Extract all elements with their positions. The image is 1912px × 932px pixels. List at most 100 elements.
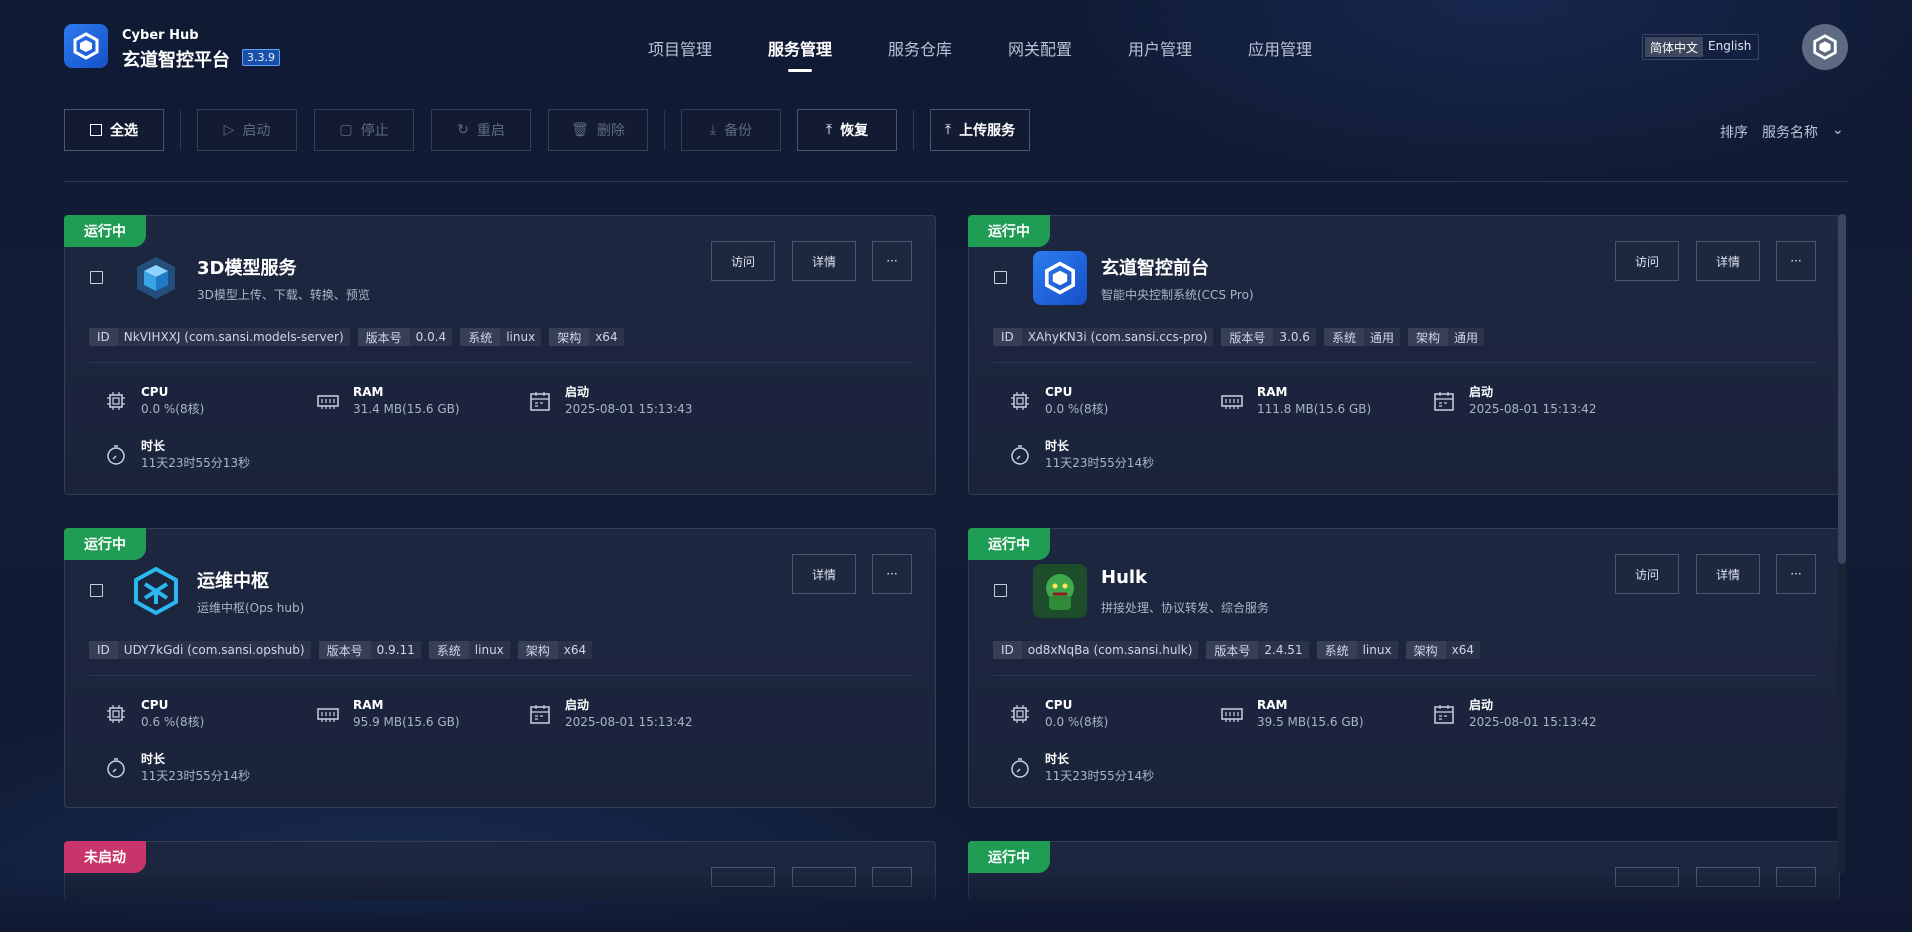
scrollbar-thumb[interactable] bbox=[1838, 214, 1846, 564]
status-badge: 运行中 bbox=[968, 215, 1050, 247]
detail-button[interactable]: 详情 bbox=[792, 554, 856, 594]
more-button[interactable]: ··· bbox=[1776, 241, 1816, 281]
restart-button[interactable]: ↻ 重启 bbox=[431, 109, 531, 151]
sort-control[interactable]: 排序 服务名称 ⌄ bbox=[1720, 122, 1844, 142]
version-tag: 版本号 3.0.6 bbox=[1221, 328, 1316, 346]
nav-item-users[interactable]: 用户管理 bbox=[1100, 36, 1220, 60]
stop-label: 停止 bbox=[360, 123, 389, 139]
stop-circle-icon: ▢ bbox=[339, 122, 353, 138]
nav-item-gateway[interactable]: 网关配置 bbox=[980, 36, 1100, 60]
checkbox-icon bbox=[90, 124, 102, 136]
memory-icon bbox=[317, 708, 339, 722]
detail-button[interactable]: 详情 bbox=[1696, 554, 1760, 594]
restore-button[interactable]: ⤒ 恢复 bbox=[797, 109, 897, 151]
ram-metric: RAM 95.9 MB(15.6 GB) bbox=[317, 697, 460, 731]
service-description: 拼接处理、协议转发、综合服务 bbox=[1101, 601, 1270, 615]
nav-item-repository[interactable]: 服务仓库 bbox=[860, 36, 980, 60]
service-card: 运行中 3D模型服务 3D模型上传、下载、转换、预览 访问 详情 ··· ID N… bbox=[64, 215, 936, 495]
status-badge: 运行中 bbox=[64, 528, 146, 560]
delete-button[interactable]: 🗑 删除 bbox=[548, 109, 648, 151]
start-time-metric: 启动 2025-08-01 15:13:43 bbox=[529, 384, 692, 418]
upload-service-button[interactable]: ⤒ 上传服务 bbox=[930, 109, 1030, 151]
hexagon-app-icon bbox=[1033, 251, 1087, 305]
sort-label: 排序 bbox=[1720, 125, 1748, 141]
service-tags: ID od8xNqBa (com.sansi.hulk) 版本号 2.4.51 系统… bbox=[993, 641, 1480, 659]
memory-icon bbox=[317, 395, 339, 409]
service-name: 3D模型服务 bbox=[197, 258, 297, 279]
lang-zh-button[interactable]: 简体中文 bbox=[1645, 37, 1704, 57]
os-tag: 系统 linux bbox=[428, 641, 510, 659]
detail-button[interactable]: 详情 bbox=[1696, 241, 1760, 281]
arch-tag: 架构 x64 bbox=[549, 328, 624, 346]
visit-button[interactable]: 访问 bbox=[1615, 554, 1679, 594]
restart-label: 重启 bbox=[476, 123, 505, 139]
service-name: 运维中枢 bbox=[197, 571, 269, 592]
cpu-metric: CPU 0.6 %(8核) bbox=[105, 697, 204, 731]
visit-button[interactable]: 访问 bbox=[711, 241, 775, 281]
nav-item-projects[interactable]: 项目管理 bbox=[620, 36, 740, 60]
restore-label: 恢复 bbox=[840, 123, 869, 139]
duration-metric: 时长 11天23时55分14秒 bbox=[1009, 751, 1154, 785]
stopwatch-icon bbox=[107, 758, 125, 778]
cpu-metric: CPU 0.0 %(8核) bbox=[105, 384, 204, 418]
status-badge: 运行中 bbox=[64, 215, 146, 247]
visit-button[interactable]: 访问 bbox=[1615, 241, 1679, 281]
status-badge: 未启动 bbox=[64, 841, 146, 873]
calendar-icon bbox=[530, 392, 550, 411]
more-button[interactable]: ··· bbox=[872, 241, 912, 281]
brand-subtitle: Cyber Hub bbox=[122, 28, 199, 43]
service-tags: ID NkVIHXXJ (com.sansi.models-server) 版本号… bbox=[89, 328, 624, 346]
card-divider bbox=[993, 675, 1817, 676]
service-card: 运行中 Hulk 拼接处理、协议转发、综合服务 访问 详情 ··· ID od8x… bbox=[968, 528, 1840, 808]
start-time-metric: 启动 2025-08-01 15:13:42 bbox=[529, 697, 692, 731]
service-name: Hulk bbox=[1101, 567, 1148, 588]
cpu-icon bbox=[107, 705, 125, 723]
service-description: 智能中央控制系统(CCS Pro) bbox=[1101, 288, 1254, 302]
card-checkbox[interactable] bbox=[994, 271, 1007, 284]
nav-item-services[interactable]: 服务管理 bbox=[740, 36, 860, 72]
bottom-fade bbox=[0, 876, 1912, 932]
restart-icon: ↻ bbox=[457, 122, 469, 138]
hexagon-avatar-icon bbox=[1813, 34, 1837, 60]
version-tag: 版本号 0.9.11 bbox=[318, 641, 421, 659]
nav-item-apps[interactable]: 应用管理 bbox=[1220, 36, 1340, 60]
app-logo bbox=[64, 24, 108, 68]
top-header: Cyber Hub 玄道智控平台 3.3.9 项目管理 服务管理 服务仓库 网关… bbox=[0, 0, 1912, 96]
more-button[interactable]: ··· bbox=[872, 554, 912, 594]
lang-en-button[interactable]: English bbox=[1703, 37, 1756, 57]
cpu-metric: CPU 0.0 %(8核) bbox=[1009, 697, 1108, 731]
start-label: 启动 bbox=[242, 123, 271, 139]
user-avatar[interactable] bbox=[1802, 24, 1848, 70]
version-badge: 3.3.9 bbox=[242, 49, 280, 66]
calendar-icon bbox=[1434, 705, 1454, 724]
version-tag: 版本号 0.0.4 bbox=[357, 328, 453, 346]
card-checkbox[interactable] bbox=[994, 584, 1007, 597]
toolbar-divider bbox=[664, 110, 665, 150]
cpu-icon bbox=[1011, 392, 1029, 410]
detail-button[interactable]: 详情 bbox=[792, 241, 856, 281]
more-button[interactable]: ··· bbox=[1776, 554, 1816, 594]
os-tag: 系统 linux bbox=[1316, 641, 1398, 659]
upload-icon: ⤒ bbox=[944, 122, 952, 138]
memory-icon bbox=[1221, 395, 1243, 409]
card-checkbox[interactable] bbox=[90, 584, 103, 597]
stop-button[interactable]: ▢ 停止 bbox=[314, 109, 414, 151]
backup-button[interactable]: ⤓ 备份 bbox=[681, 109, 781, 151]
ram-metric: RAM 31.4 MB(15.6 GB) bbox=[317, 384, 460, 418]
stopwatch-icon bbox=[1011, 758, 1029, 778]
memory-icon bbox=[1221, 708, 1243, 722]
calendar-icon bbox=[1434, 392, 1454, 411]
toolbar-divider bbox=[180, 110, 181, 150]
card-divider bbox=[89, 362, 913, 363]
service-card: 运行中 玄道智控前台 智能中央控制系统(CCS Pro) 访问 详情 ··· I… bbox=[968, 215, 1840, 495]
select-all-button[interactable]: 全选 bbox=[64, 109, 164, 151]
card-divider bbox=[89, 675, 913, 676]
id-tag: ID UDY7kGdi (com.sansi.opshub) bbox=[89, 641, 311, 659]
start-time-metric: 启动 2025-08-01 15:13:42 bbox=[1433, 697, 1596, 731]
card-checkbox[interactable] bbox=[90, 271, 103, 284]
stopwatch-icon bbox=[107, 445, 125, 465]
duration-metric: 时长 11天23时55分14秒 bbox=[105, 751, 250, 785]
upload-service-label: 上传服务 bbox=[959, 123, 1016, 139]
arch-tag: 架构 通用 bbox=[1407, 328, 1484, 346]
start-button[interactable]: ▷ 启动 bbox=[197, 109, 297, 151]
